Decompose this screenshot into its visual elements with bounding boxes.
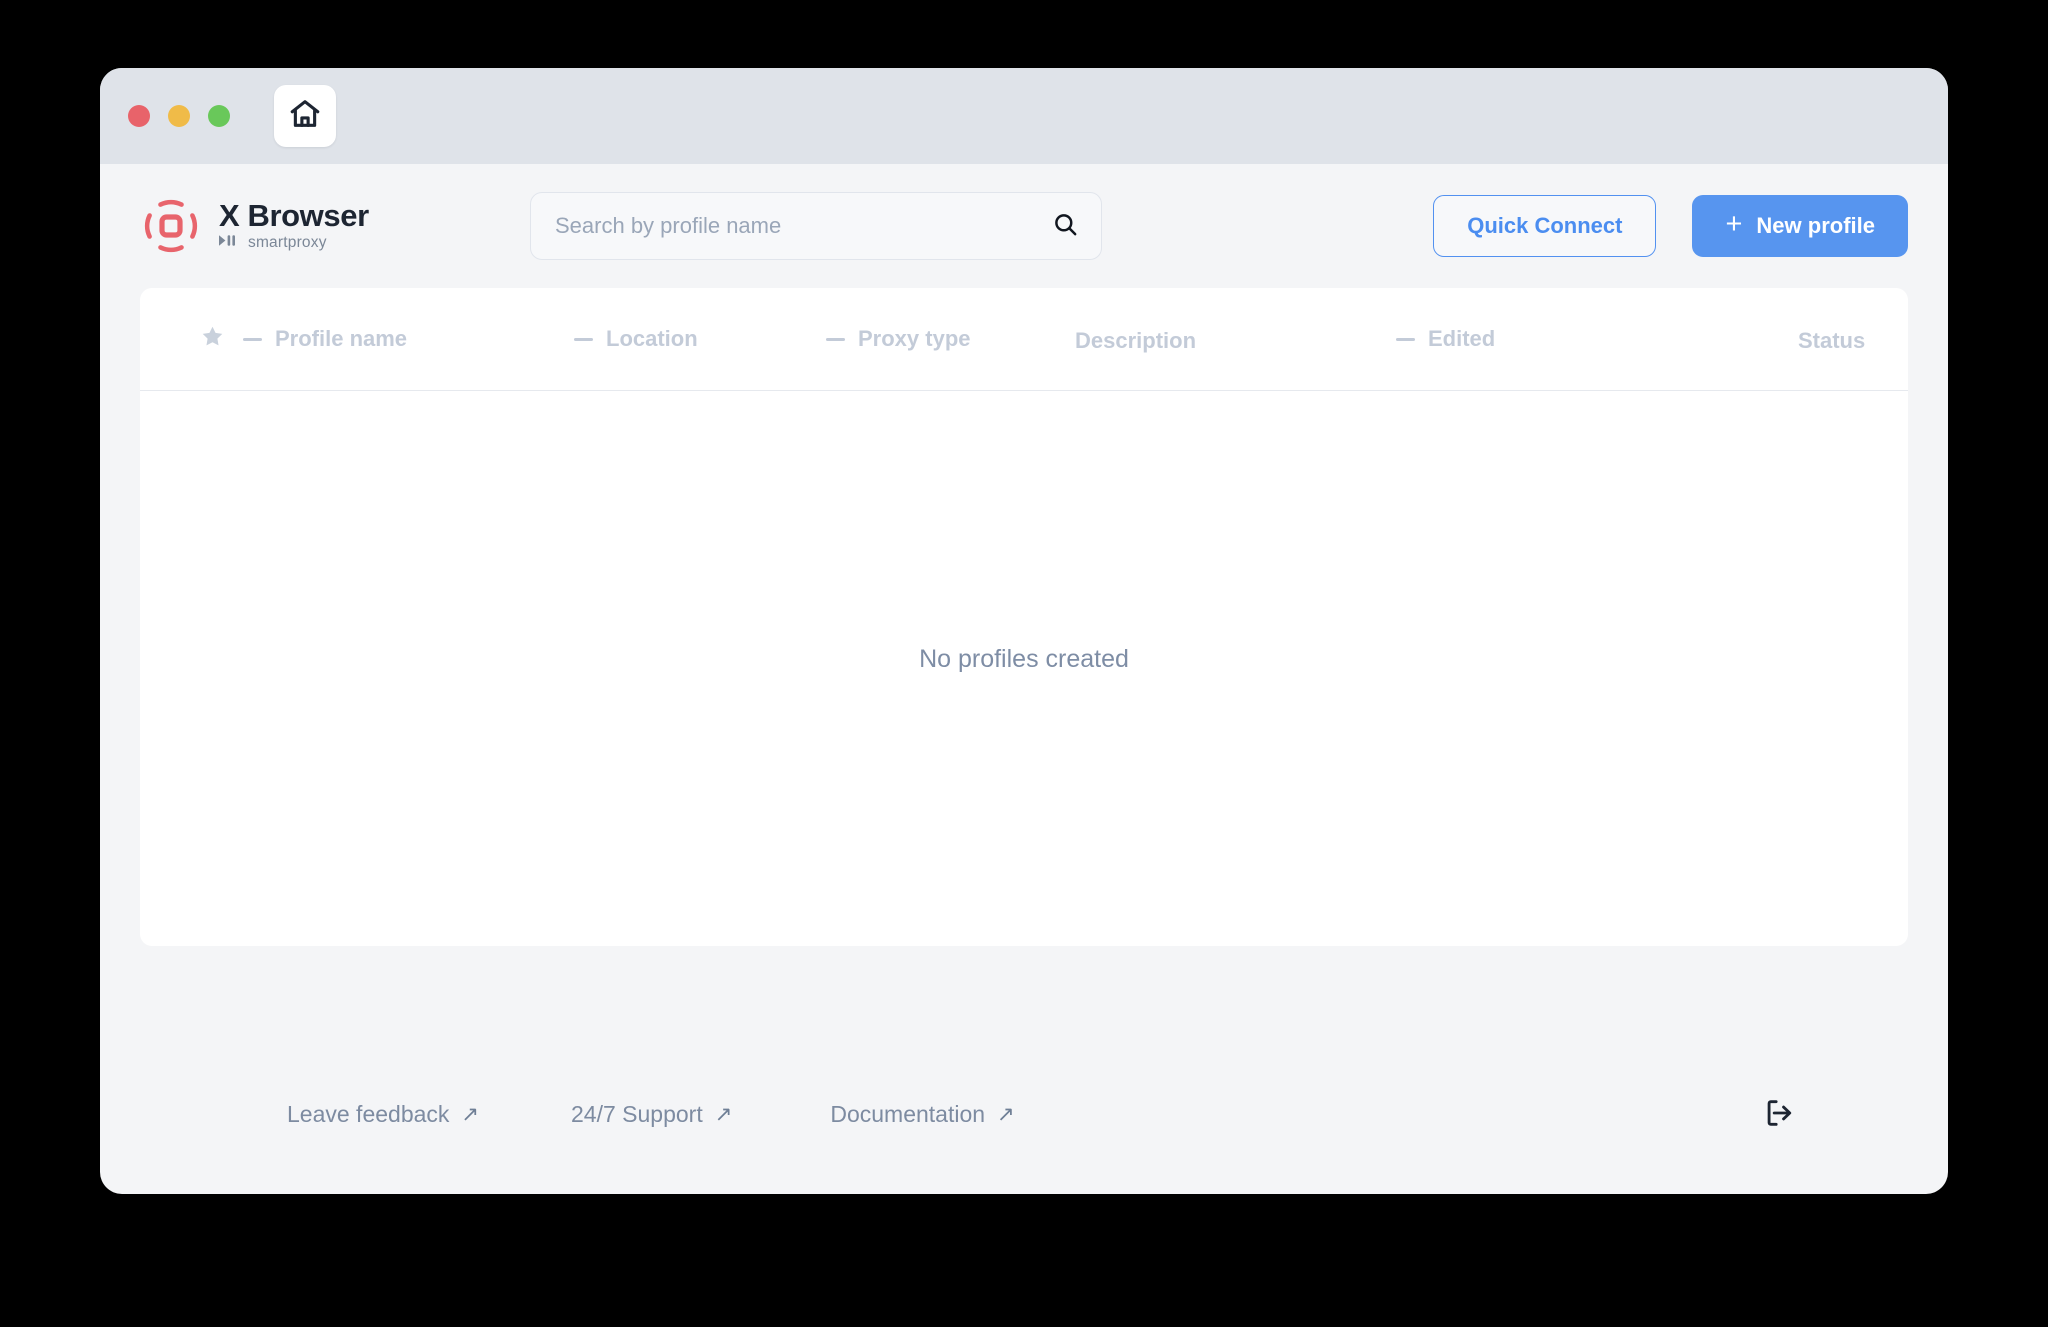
search-button[interactable]: [1050, 211, 1080, 241]
support-link[interactable]: 24/7 Support ↗: [571, 1101, 732, 1128]
table-column-edited[interactable]: Edited: [1396, 288, 1495, 390]
table-column-label: Description: [1075, 328, 1197, 353]
app-header: X Browser smartproxy Search by profile n…: [100, 164, 1948, 288]
app-window: X Browser smartproxy Search by profile n…: [100, 68, 1948, 1194]
table-column-proxy-type[interactable]: Proxy type: [826, 288, 971, 390]
external-link-arrow-icon: ↗: [461, 1102, 480, 1126]
sort-indicator-icon: [574, 337, 593, 341]
profiles-table-header-row: Profile name Location Proxy type Descrip…: [140, 288, 1908, 391]
home-tab-button[interactable]: [274, 85, 336, 147]
sort-indicator-icon: [243, 337, 262, 341]
traffic-light-group: [128, 105, 230, 127]
footer-links: Leave feedback ↗ 24/7 Support ↗ Document…: [140, 1101, 1015, 1128]
new-profile-label: New profile: [1756, 213, 1875, 238]
maximize-window-button[interactable]: [208, 105, 230, 127]
table-column-profile-name[interactable]: Profile name: [243, 288, 407, 390]
window-titlebar: [100, 68, 1948, 164]
table-column-status: Status: [1798, 288, 1865, 390]
search-field-wrapper: [530, 192, 1102, 260]
logout-button[interactable]: [1756, 1091, 1802, 1137]
search-icon: [1052, 211, 1079, 241]
brand-subtitle-row: smartproxy: [219, 234, 369, 252]
plus-icon: +: [1725, 208, 1743, 240]
search-input[interactable]: [530, 192, 1102, 260]
profiles-table-card: Profile name Location Proxy type Descrip…: [140, 288, 1908, 946]
leave-feedback-link[interactable]: Leave feedback ↗: [287, 1101, 479, 1128]
table-column-label: Profile name: [275, 326, 408, 351]
documentation-link[interactable]: Documentation ↗: [830, 1101, 1014, 1128]
quick-connect-button[interactable]: Quick Connect: [1433, 195, 1657, 257]
smartproxy-bars-icon: [219, 234, 241, 252]
profiles-table-body: No profiles created: [140, 391, 1908, 946]
sort-indicator-icon: [1396, 337, 1415, 341]
home-icon: [288, 97, 322, 136]
brand-subtitle: smartproxy: [248, 234, 327, 251]
logout-icon: [1762, 1096, 1796, 1133]
table-column-label: Status: [1798, 328, 1866, 353]
brand-block: X Browser smartproxy: [140, 195, 520, 257]
documentation-label: Documentation: [830, 1100, 986, 1127]
table-column-label: Proxy type: [858, 326, 971, 351]
sort-indicator-icon: [826, 337, 845, 341]
table-column-description: Description: [1075, 288, 1196, 390]
table-column-favorite[interactable]: [200, 288, 225, 390]
support-label: 24/7 Support: [571, 1100, 703, 1127]
star-icon: [200, 324, 225, 355]
brand-texts: X Browser smartproxy: [219, 200, 369, 252]
new-profile-button[interactable]: + New profile: [1692, 195, 1908, 257]
leave-feedback-label: Leave feedback: [287, 1100, 450, 1127]
minimize-window-button[interactable]: [168, 105, 190, 127]
close-window-button[interactable]: [128, 105, 150, 127]
table-column-location[interactable]: Location: [574, 288, 698, 390]
empty-state-message: No profiles created: [919, 645, 1129, 673]
external-link-arrow-icon: ↗: [997, 1102, 1015, 1126]
table-column-label: Edited: [1428, 326, 1496, 351]
table-column-label: Location: [606, 326, 698, 351]
header-actions: Quick Connect + New profile: [1433, 195, 1908, 257]
app-title: X Browser: [219, 198, 369, 233]
x-browser-logo-icon: [140, 195, 202, 257]
external-link-arrow-icon: ↗: [714, 1102, 733, 1126]
app-footer: Leave feedback ↗ 24/7 Support ↗ Document…: [100, 1034, 1948, 1194]
